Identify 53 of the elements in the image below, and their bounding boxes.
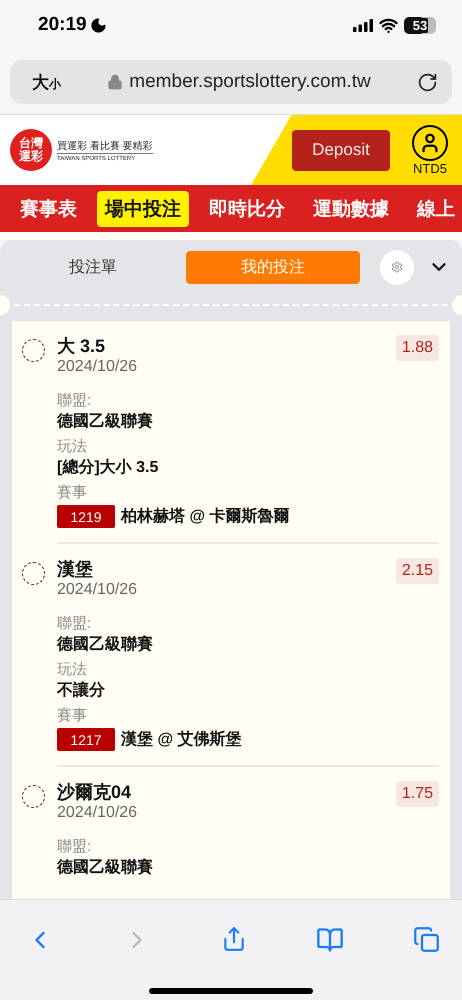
logo[interactable]: 台灣 運彩 — [10, 129, 52, 171]
field-label: 玩法 — [57, 437, 88, 457]
ticket-notch — [452, 295, 462, 315]
nav-tab[interactable]: 即時比分 — [201, 190, 293, 226]
reload-icon[interactable] — [417, 72, 438, 92]
odds-badge: 2.15 — [396, 558, 439, 584]
address-bar[interactable]: 大小 member.sportslottery.com.tw — [10, 60, 452, 104]
select-circle[interactable] — [22, 339, 45, 362]
bet-date: 2024/10/26 — [57, 803, 138, 823]
user-icon[interactable] — [412, 124, 448, 160]
field-label: 賽事 — [57, 483, 88, 503]
url-text: member.sportslottery.com.tw — [129, 71, 371, 93]
battery-icon: 53 — [404, 16, 436, 34]
match-teams: 柏林赫塔 @ 卡爾斯魯爾 — [121, 506, 290, 526]
text-size-button[interactable]: 大小 — [32, 70, 61, 94]
balance-text: NTD5 — [413, 160, 447, 176]
bet-date: 2024/10/26 — [57, 580, 138, 600]
slogan-text: 買運彩 看比賽 要精彩 — [57, 138, 153, 154]
field-label: 玩法 — [57, 660, 88, 680]
moon-icon — [90, 16, 107, 34]
field-value: 德國乙級聯賽 — [57, 634, 154, 655]
clock-time: 20:19 — [38, 14, 87, 36]
bet-selection: 大 3.5 — [57, 335, 106, 357]
field-value: [總分]大小 3.5 — [57, 458, 160, 478]
lock-icon — [107, 74, 124, 90]
select-circle[interactable] — [22, 785, 45, 808]
odds-badge: 1.88 — [396, 335, 439, 361]
field-value: 不讓分 — [57, 680, 106, 701]
deposit-button[interactable]: Deposit — [292, 130, 390, 170]
field-value: 德國乙級聯賽 — [57, 411, 154, 432]
odds-badge: 1.75 — [396, 781, 439, 807]
field-label: 聯盟: — [57, 837, 92, 857]
event-code: 1217 — [57, 728, 115, 751]
bet-tab[interactable]: 投注單 — [20, 250, 166, 284]
field-value: 德國乙級聯賽 — [57, 857, 154, 878]
event-code: 1219 — [57, 505, 115, 528]
field-label: 聯盟: — [57, 614, 92, 634]
bet-tab[interactable]: 我的投注 — [186, 250, 360, 284]
bet-selection: 漢堡 — [57, 558, 94, 580]
bet-date: 2024/10/26 — [57, 357, 138, 377]
field-label: 賽事 — [57, 706, 88, 726]
settings-icon — [391, 261, 404, 273]
match-teams: 漢堡 @ 艾佛斯堡 — [121, 730, 242, 750]
signal-icon — [353, 18, 373, 32]
nav-tab[interactable]: 賽事表 — [12, 190, 85, 226]
field-label: 聯盟: — [57, 391, 92, 411]
nav-tab[interactable]: 線上 — [409, 190, 462, 226]
nav-tab[interactable]: 運動數據 — [305, 190, 397, 226]
select-circle[interactable] — [22, 562, 45, 585]
bet-selection: 沙爾克04 — [57, 781, 132, 803]
settings-button[interactable] — [380, 250, 414, 284]
ticket-notch — [0, 295, 10, 315]
nav-tab[interactable]: 場中投注 — [97, 190, 189, 226]
